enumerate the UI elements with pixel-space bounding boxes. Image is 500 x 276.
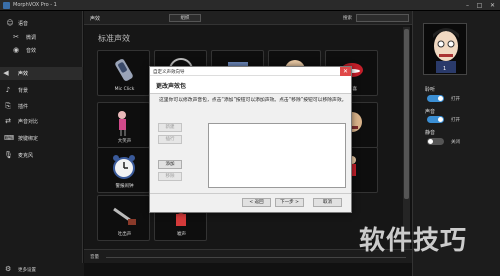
scrollbar-thumb[interactable]: [404, 29, 409, 199]
sound-tile-label: 吐出声: [117, 232, 132, 237]
minimize-button[interactable]: –: [463, 1, 472, 10]
close-button[interactable]: ✕: [488, 1, 497, 10]
sound-tile-alarm-clock[interactable]: 警报闹钟: [97, 147, 150, 193]
sidebar-item-background[interactable]: ♪ 背景: [0, 84, 83, 97]
sound-tile-label: 大笑声: [117, 139, 132, 144]
sidebar-item-compare[interactable]: ⇄ 声音对比: [0, 115, 83, 128]
sidebar-item-hotkeys[interactable]: ⌨ 按键绑定: [0, 132, 83, 145]
next-button[interactable]: 下一步 >: [275, 198, 304, 207]
add-button[interactable]: 添加: [158, 160, 182, 169]
gear-icon: ⚙: [5, 265, 12, 273]
sidebar-item-microphone[interactable]: 🎙 麦克风: [0, 149, 83, 162]
cancel-button[interactable]: 取消: [313, 198, 342, 207]
alarm-clock-icon: [113, 155, 135, 179]
avatar-number: 1: [443, 66, 447, 72]
listen-toggle[interactable]: [427, 95, 444, 102]
toggle-knob: [438, 96, 443, 101]
listen-label: 聆听: [425, 87, 436, 93]
sound-state: 打开: [451, 118, 460, 123]
speaker-icon: ◀: [3, 69, 9, 77]
sidebar-item-label: 微调: [26, 35, 37, 41]
sidebar: ☺ 语音 ✂ 微调 ◉ 音效 ◀ 声效 ♪ 背景 ⎘ 插件 ⇄ 声音对比 ⌨ 按…: [0, 11, 83, 276]
sound-tile-spit[interactable]: 吐出声: [97, 195, 150, 241]
grid-scrollbar[interactable]: [403, 27, 410, 249]
microphone-icon: 🎙: [4, 151, 13, 159]
custom-sound-wizard-dialog: 自定义声效向导 ✕ 更改声效包 这里你可以修改声音包，点击“添加”按钮可以添加声…: [149, 66, 352, 213]
sound-label: 声音: [425, 109, 436, 115]
dialog-description: 这里你可以修改声音包，点击“添加”按钮可以添加声效。点击“移除”按钮可以移除声效…: [159, 98, 347, 103]
laughing-figure-icon: [118, 111, 126, 136]
sidebar-item-plugins[interactable]: ⎘ 插件: [0, 100, 83, 113]
plugin-icon: ⎘: [5, 102, 11, 110]
new-button[interactable]: 新建: [158, 123, 182, 132]
section-title: 声效: [90, 16, 101, 22]
sidebar-item-label: 麦克风: [18, 153, 34, 159]
volume-slider[interactable]: [106, 257, 406, 258]
keyboard-icon: ⌨: [4, 134, 15, 142]
sidebar-item-label: 声音对比: [18, 119, 39, 125]
back-button[interactable]: < 返回: [242, 198, 271, 207]
dialog-close-button[interactable]: ✕: [340, 67, 351, 76]
maximize-button[interactable]: □: [475, 1, 484, 10]
sidebar-item-label: 按键绑定: [18, 136, 39, 142]
sound-tile-label: 警报闹钟: [115, 184, 134, 189]
main-header: 声效 组织 搜索: [84, 11, 412, 25]
tools-icon: ✂: [13, 33, 19, 41]
more-settings[interactable]: ⚙ 更多设置: [0, 263, 84, 276]
music-note-icon: ♪: [5, 86, 11, 94]
app-icon: [3, 2, 10, 9]
person-icon: ☺: [6, 19, 14, 27]
dialog-header: 更改声效包: [150, 76, 351, 94]
sidebar-item-label: 背景: [18, 88, 29, 94]
search-label: 搜索: [343, 16, 352, 21]
volume-label: 音量: [90, 255, 99, 260]
toggle-knob: [438, 117, 443, 122]
dialog-separator: [150, 193, 351, 194]
insert-button[interactable]: 插行: [158, 135, 182, 144]
compare-icon: ⇄: [5, 117, 11, 125]
more-settings-label: 更多设置: [18, 268, 36, 273]
sidebar-item-label: 插件: [18, 104, 29, 110]
grid-title: 标准声效: [98, 34, 130, 43]
sidebar-item-label: 音效: [26, 48, 37, 54]
remove-button[interactable]: 移除: [158, 172, 182, 181]
sidebar-item-voice[interactable]: ☺ 语音: [0, 17, 83, 30]
sound-tile-laugh[interactable]: 大笑声: [97, 102, 150, 148]
mute-toggle[interactable]: [427, 138, 444, 145]
sound-pack-list[interactable]: [208, 123, 346, 188]
sidebar-item-tweak[interactable]: ✂ 微调: [0, 31, 83, 44]
sound-tile-label: 嘘声: [177, 232, 186, 237]
mute-state: 关闭: [451, 140, 460, 145]
pump-icon: [113, 207, 136, 225]
sidebar-item-label: 声效: [18, 71, 29, 77]
dialog-heading: 更改声效包: [156, 83, 187, 90]
search-input[interactable]: [356, 14, 409, 22]
eye-icon: ◉: [12, 46, 20, 54]
title-bar: MorphVOX Pro - 1 – □ ✕: [0, 0, 500, 11]
organize-dropdown[interactable]: 组织: [169, 14, 201, 22]
dialog-title-bar: 自定义声效向导 ✕: [150, 67, 351, 76]
sidebar-item-effects[interactable]: ◉ 音效: [0, 44, 83, 57]
microphone-icon: [115, 59, 133, 81]
sound-toggle[interactable]: [427, 116, 444, 123]
sidebar-item-label: 语音: [18, 21, 29, 27]
sound-tile-label: Mic Click: [114, 87, 135, 92]
mute-label: 静音: [425, 130, 436, 136]
watermark-text: 软件技巧: [359, 226, 468, 256]
dialog-title: 自定义声效向导: [153, 70, 185, 75]
listen-state: 打开: [451, 97, 460, 102]
toggle-knob: [428, 139, 433, 144]
sidebar-item-sounds[interactable]: ◀ 声效: [0, 67, 83, 80]
window-title: MorphVOX Pro - 1: [13, 2, 57, 8]
sound-tile-mic-click[interactable]: Mic Click: [97, 50, 150, 96]
